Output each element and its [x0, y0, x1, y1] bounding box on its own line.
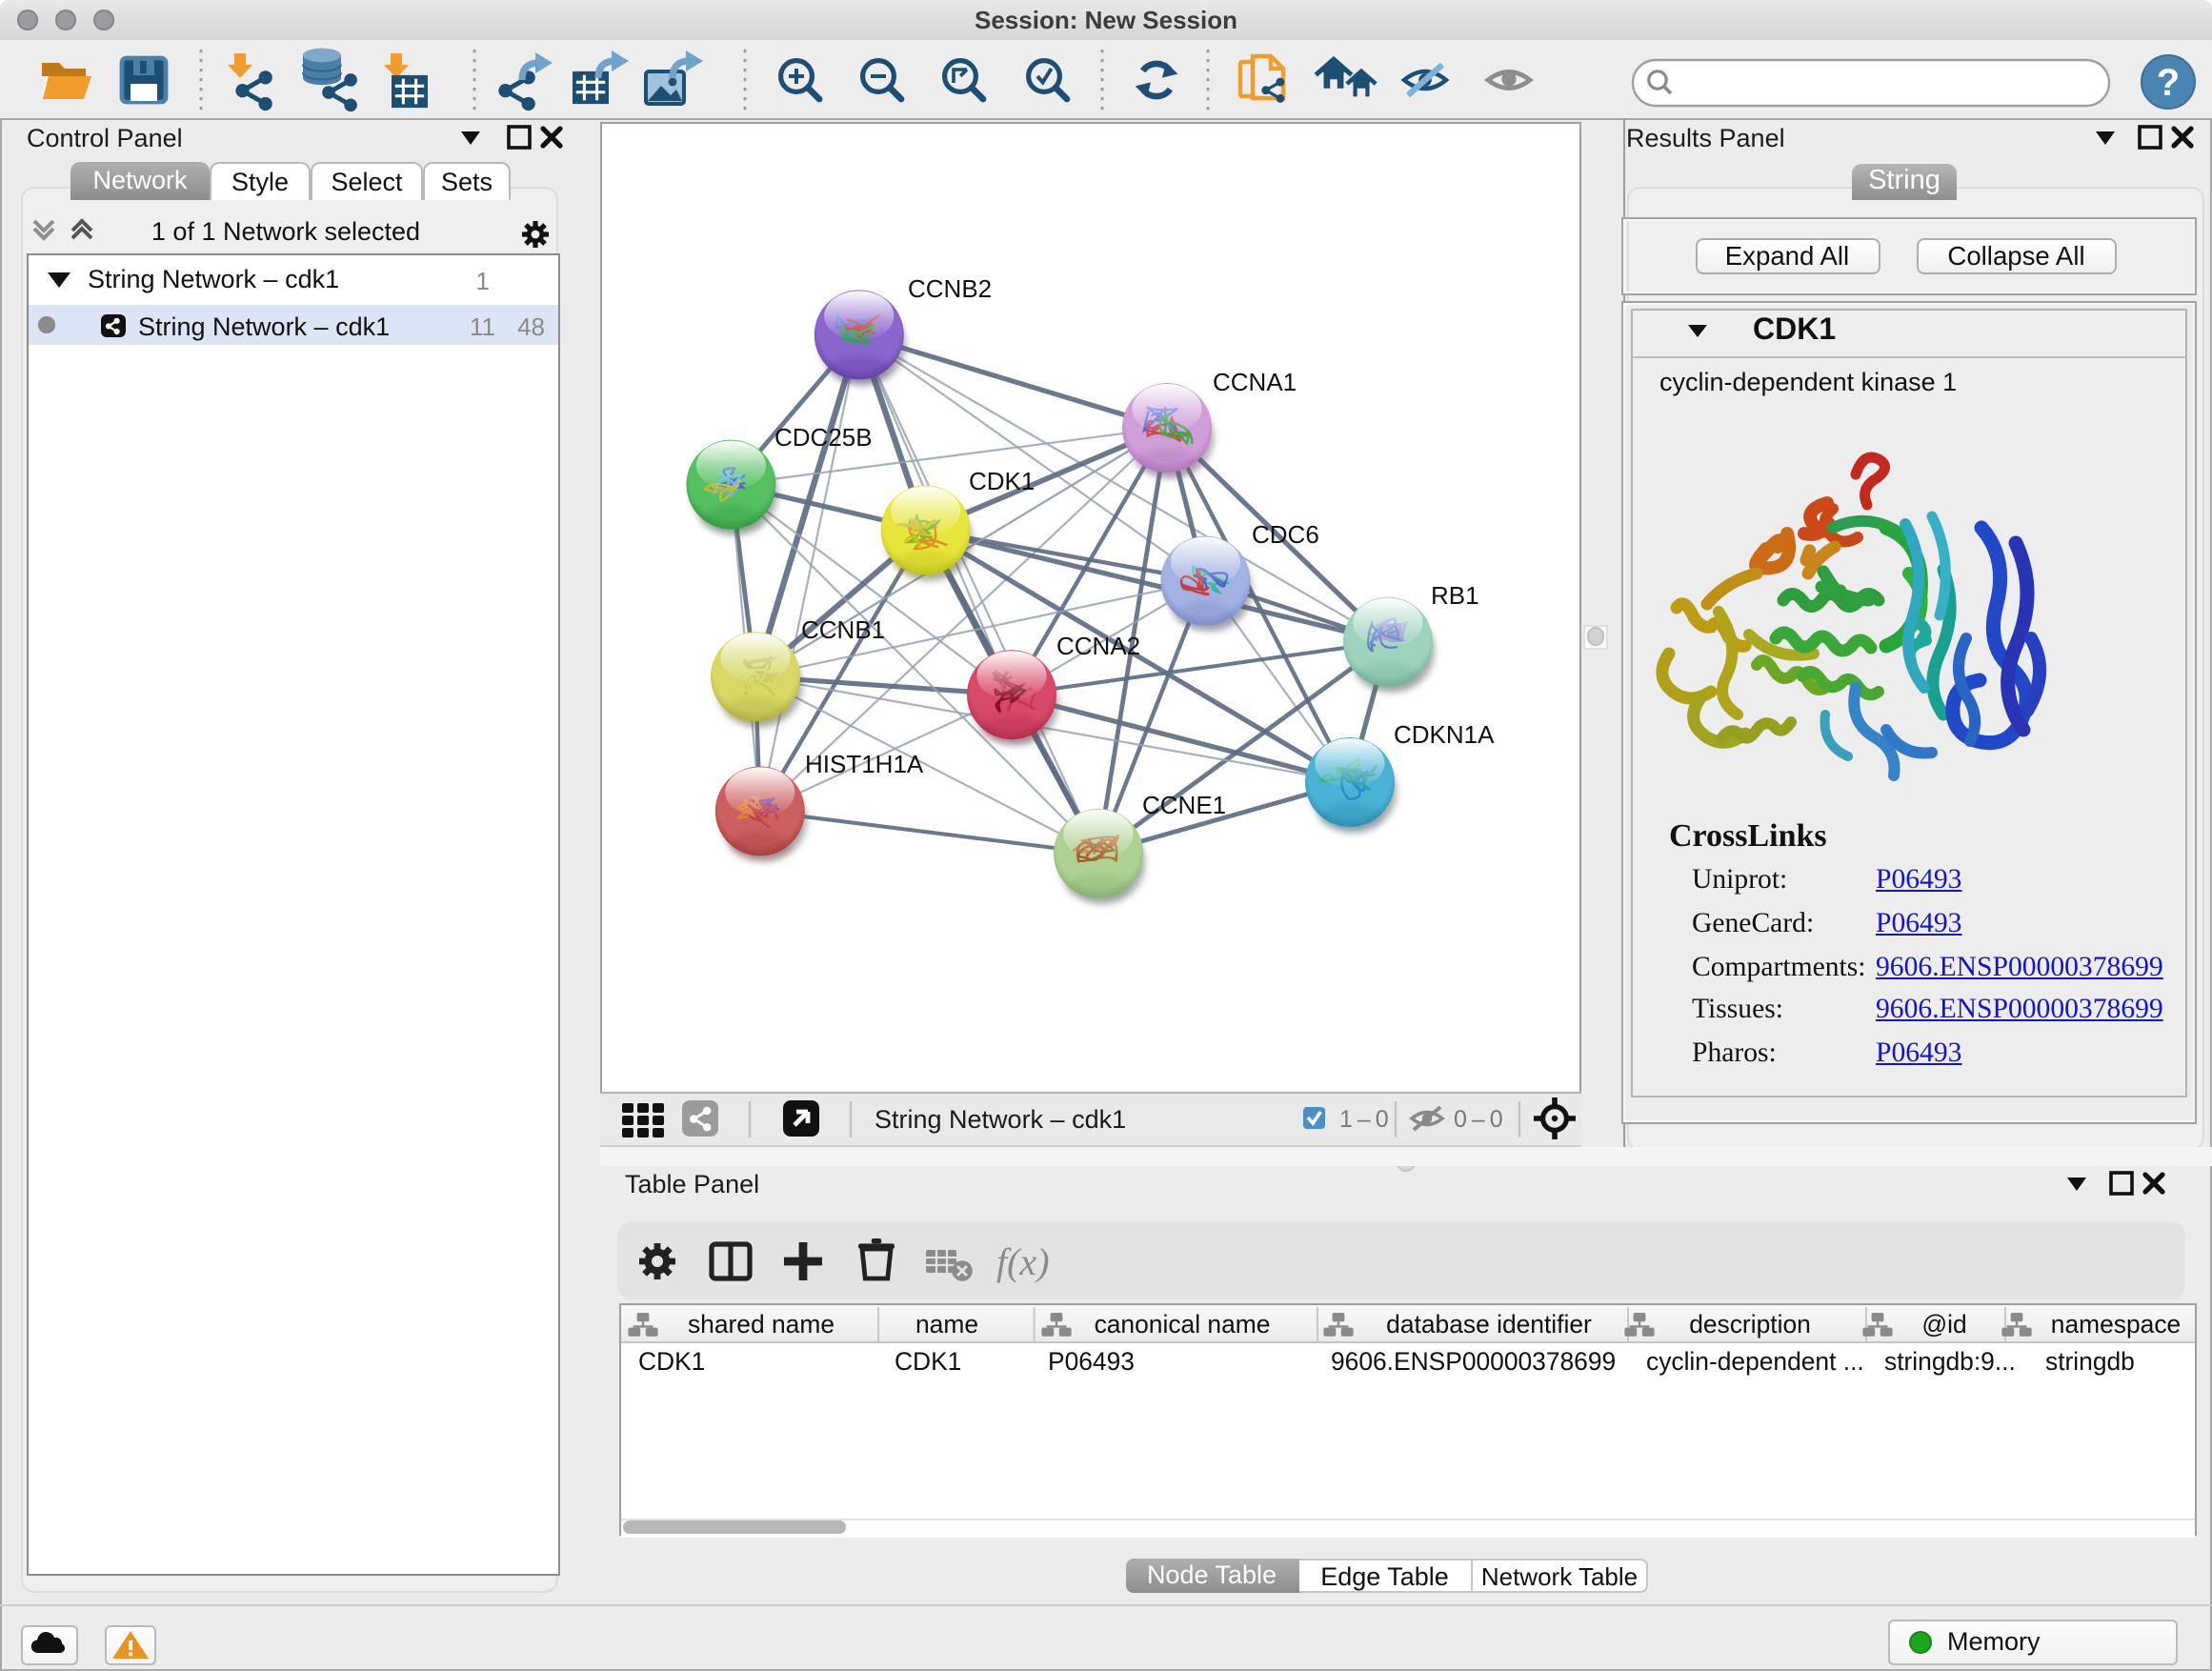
svg-text:HIST1H1A: HIST1H1A: [804, 749, 923, 777]
svg-text:CCNB2: CCNB2: [907, 273, 991, 302]
svg-text:namespace: namespace: [2050, 1309, 2180, 1338]
svg-text:CDC6: CDC6: [1251, 519, 1318, 548]
svg-text:CCNA1: CCNA1: [1212, 367, 1296, 395]
svg-text:description: description: [1688, 1309, 1810, 1338]
svg-text:?: ?: [2157, 62, 2180, 104]
svg-text:name: name: [915, 1309, 977, 1338]
svg-text:CCNE1: CCNE1: [1141, 790, 1225, 818]
svg-text:f(x): f(x): [995, 1240, 1049, 1283]
svg-text:CCNB1: CCNB1: [800, 614, 884, 643]
svg-text:CDKN1A: CDKN1A: [1393, 719, 1494, 748]
svg-text:canonical name: canonical name: [1094, 1309, 1270, 1338]
svg-text:CCNA2: CCNA2: [1056, 631, 1139, 659]
svg-text:RB1: RB1: [1430, 580, 1478, 609]
svg-text:@id: @id: [1920, 1309, 1965, 1338]
svg-text:1 – 0: 1 – 0: [1338, 1106, 1387, 1133]
svg-text:CDK1: CDK1: [968, 466, 1034, 494]
svg-text:0 – 0: 0 – 0: [1453, 1106, 1501, 1133]
svg-text:CDC25B: CDC25B: [774, 422, 872, 451]
svg-text:database identifier: database identifier: [1385, 1309, 1591, 1338]
svg-text:shared name: shared name: [687, 1309, 834, 1338]
